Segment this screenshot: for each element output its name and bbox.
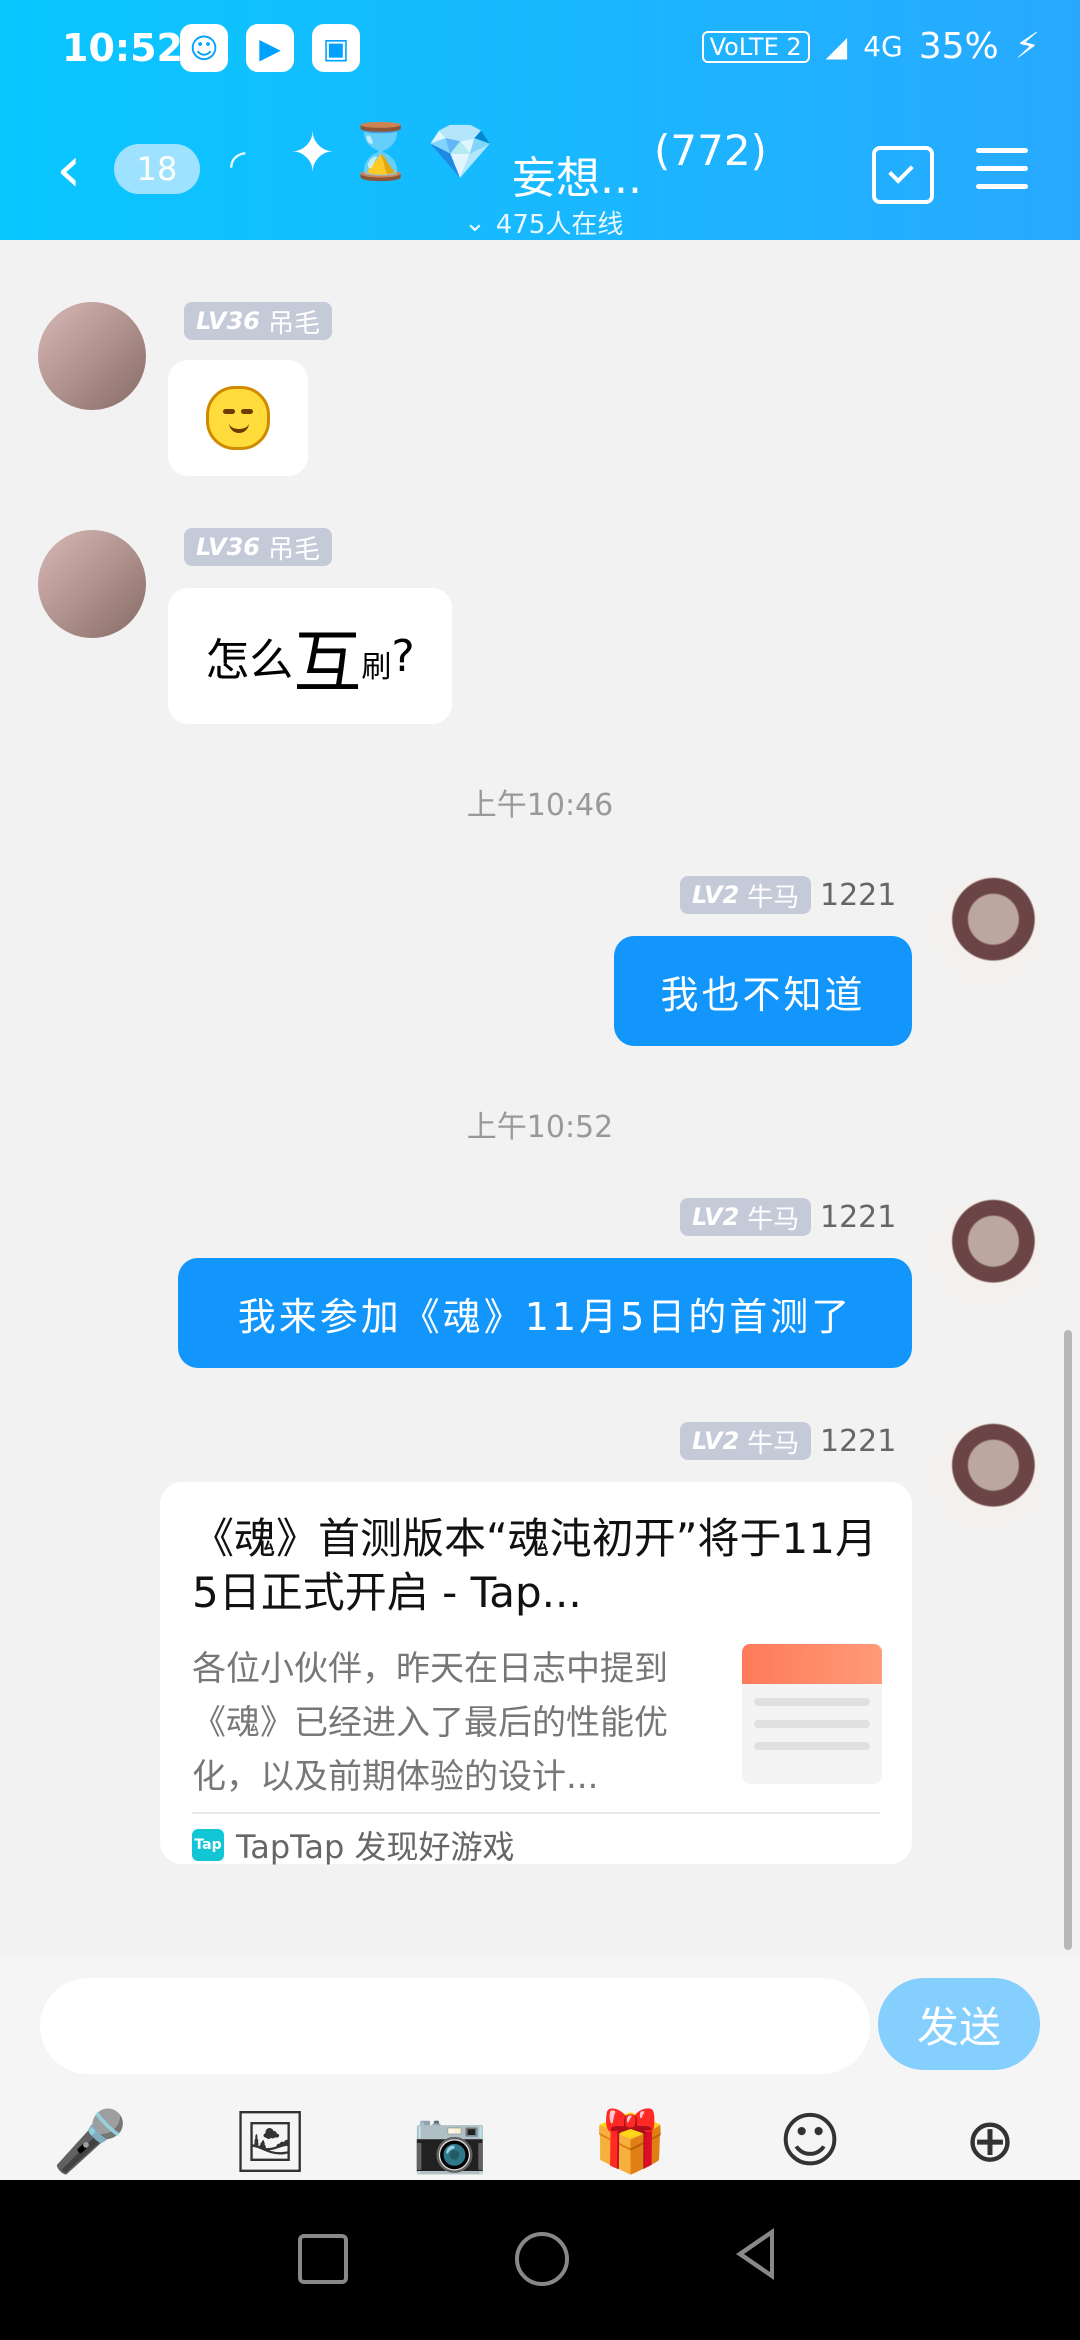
title-decorations: ✦ ⌛ 💎 xyxy=(290,120,494,184)
unread-badge[interactable]: 18 xyxy=(114,144,200,194)
member-tag: LV36 吊毛 xyxy=(184,302,332,340)
menu-icon[interactable] xyxy=(976,148,1028,190)
app-header: 10:52 ☺ ▶ ▣ VoLTE 2 ◢ 4G 35% ⚡ ‹ 18 ◜ ✦ … xyxy=(0,0,1080,240)
timestamp: 上午10:46 xyxy=(466,788,614,823)
message-punctuation: ? xyxy=(391,630,415,682)
system-status: VoLTE 2 ◢ 4G 35% ⚡ xyxy=(701,26,1040,67)
message-emphasis: 互 xyxy=(293,623,362,703)
emoji-icon[interactable]: ☺ xyxy=(775,2106,845,2176)
self-message[interactable]: 我来参加《魂》11月5日的首测了 xyxy=(178,1258,912,1368)
image-notification-icon: ▣ xyxy=(312,24,360,72)
self-avatar[interactable] xyxy=(934,1198,1042,1306)
message-input[interactable] xyxy=(40,1978,870,2074)
robot-icon: ☺ xyxy=(180,24,228,72)
diamond-icon: 💎 xyxy=(426,120,494,183)
member-title: 牛马 xyxy=(747,882,800,913)
card-description: 各位小伙伴，昨天在日志中提到《魂》已经进入了最后的性能优化，以及前期体验的设计.… xyxy=(192,1649,668,1797)
member-title: 吊毛 xyxy=(267,308,320,339)
timestamp: 上午10:52 xyxy=(466,1110,614,1145)
member-tag: LV2 牛马 xyxy=(680,1422,812,1460)
back-triangle-icon[interactable] xyxy=(736,2228,774,2280)
calendar-check-icon[interactable] xyxy=(872,146,934,204)
online-status[interactable]: ⌄ 475人在线 xyxy=(464,204,623,241)
member-tag: LV2 牛马 xyxy=(680,1198,812,1236)
gift-icon[interactable]: 🎁 xyxy=(593,2106,668,2177)
input-tools: 🎤 🖼 📷 🎁 ☺ ⊕ xyxy=(0,2106,1080,2177)
self-message[interactable]: 我也不知道 xyxy=(614,936,912,1046)
camera-icon[interactable]: 📷 xyxy=(413,2106,488,2177)
member-title: 牛马 xyxy=(747,1428,800,1459)
back-arrow-icon[interactable]: ‹ xyxy=(56,138,82,202)
signal-icon: ◢ xyxy=(825,30,848,63)
level-label: LV2 xyxy=(692,881,740,909)
notification-icons: ☺ ▶ ▣ xyxy=(180,24,360,72)
user-id: 1221 xyxy=(820,1424,897,1459)
text-message[interactable]: 怎么 互 刷 ? xyxy=(168,588,452,724)
volte-indicator: VoLTE 2 xyxy=(701,30,810,63)
status-time: 10:52 xyxy=(62,26,183,70)
link-card[interactable]: 《魂》首测版本“魂沌初开”将于11月5日正式开启 - Tap... 各位小伙伴，… xyxy=(160,1482,912,1866)
plus-icon[interactable]: ⊕ xyxy=(955,2106,1025,2176)
user-id: 1221 xyxy=(820,1200,897,1235)
card-title: 《魂》首测版本“魂沌初开”将于11月5日正式开启 - Tap... xyxy=(192,1514,877,1617)
member-title: 牛马 xyxy=(747,1204,800,1235)
avatar[interactable] xyxy=(38,530,146,638)
card-divider xyxy=(192,1812,880,1814)
level-label: LV2 xyxy=(692,1427,740,1455)
card-source: Tap TapTap 发现好游戏 xyxy=(192,1822,515,1868)
self-avatar[interactable] xyxy=(934,1422,1042,1530)
member-count[interactable]: (772) xyxy=(654,126,767,175)
battery-percentage: 35% xyxy=(918,26,999,67)
chat-area[interactable]: LV36 吊毛 LV36 吊毛 怎么 互 刷 ? 上午10:46 LV2 牛马 … xyxy=(0,240,1080,1956)
message-text-part: 怎么 xyxy=(205,635,294,686)
recent-apps-icon[interactable] xyxy=(298,2234,348,2284)
member-tag: LV2 牛马 xyxy=(680,876,812,914)
self-avatar[interactable] xyxy=(934,876,1042,984)
sparkle-icon: ✦ xyxy=(290,120,336,184)
smile-emoji-icon xyxy=(206,386,270,450)
card-thumbnail xyxy=(742,1644,882,1784)
level-label: LV36 xyxy=(196,533,260,561)
send-button[interactable]: 发送 xyxy=(878,1978,1040,2070)
title-bar: ‹ 18 ◜ ✦ ⌛ 💎 妄想... (772) ⌄ 475人在线 xyxy=(0,100,1080,240)
image-icon[interactable]: 🖼 xyxy=(232,2106,308,2177)
ear-icon[interactable]: ◜ xyxy=(230,142,246,188)
play-icon: ▶ xyxy=(246,24,294,72)
status-bar: 10:52 ☺ ▶ ▣ VoLTE 2 ◢ 4G 35% ⚡ xyxy=(0,0,1080,100)
chat-scrollbar[interactable] xyxy=(1064,1330,1072,1950)
network-type: 4G xyxy=(863,30,903,63)
charging-icon: ⚡ xyxy=(1014,26,1040,67)
chevron-down-icon: ⌄ xyxy=(464,207,486,238)
user-id: 1221 xyxy=(820,878,897,913)
group-title[interactable]: 妄想... xyxy=(512,142,642,206)
source-label: TapTap 发现好游戏 xyxy=(236,1828,515,1866)
android-navigation-bar xyxy=(0,2180,1080,2340)
online-count: 475人在线 xyxy=(495,210,624,240)
member-tag: LV36 吊毛 xyxy=(184,528,332,566)
member-title: 吊毛 xyxy=(267,534,320,565)
input-bar: 发送 🎤 🖼 📷 🎁 ☺ ⊕ xyxy=(0,1956,1080,2180)
hourglass-icon: ⌛ xyxy=(347,120,415,183)
message-small: 刷 xyxy=(361,650,392,685)
level-label: LV36 xyxy=(196,307,260,335)
taptap-icon: Tap xyxy=(192,1829,224,1861)
emoji-message[interactable] xyxy=(168,360,308,476)
microphone-icon[interactable]: 🎤 xyxy=(53,2106,128,2177)
level-label: LV2 xyxy=(692,1203,740,1231)
home-icon[interactable] xyxy=(515,2232,569,2286)
avatar[interactable] xyxy=(38,302,146,410)
